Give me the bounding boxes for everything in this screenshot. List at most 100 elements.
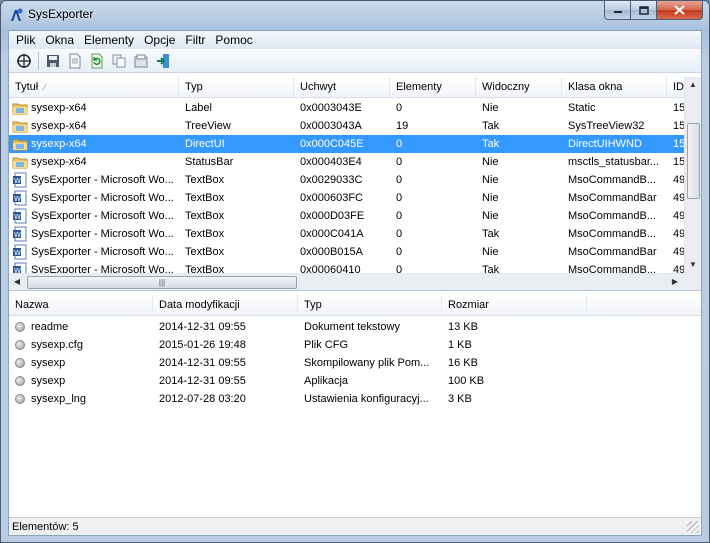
file-name-cell: sysexp [9,372,153,390]
col-header-data-modyfikacji[interactable]: Data modyfikacji [153,295,298,316]
window-row[interactable]: sysexp-x64 TreeView 0x0003043A 19 Tak SysTree… [9,117,685,135]
window-cell-class: SysTreeView32 [568,120,645,132]
maximize-button[interactable] [631,1,657,20]
file-cell-type: Plik CFG [304,339,348,351]
refresh-button[interactable] [86,50,108,72]
window-title-cell: sysexp-x64 [9,99,179,117]
window-cell-type: Label [185,102,212,114]
minimize-button[interactable] [604,1,631,20]
window-row[interactable]: sysexp-x64 StatusBar 0x000403E4 0 Nie msctls_… [9,153,685,171]
col-header-widoczny[interactable]: Widoczny [476,77,562,98]
menu-bar: Plik Okna Elementy Opcje Filtr Pomoc [9,31,701,49]
window-title-text: SysExporter - Microsoft Wo... [31,210,174,222]
window-title-cell: W SysExporter - Microsoft Wo... [9,243,179,261]
scroll-right-arrow-icon[interactable]: ▶ [667,274,683,290]
window-row[interactable]: W SysExporter - Microsoft Wo... TextBox 0x0… [9,207,685,225]
file-row[interactable]: sysexp 2014-12-31 09:55 Skompilowany plik … [9,354,701,372]
app-window: SysExporter Plik Okna Elementy Opcje Fil… [0,0,710,543]
window-title-text: sysexp-x64 [31,138,87,150]
resize-grip-icon[interactable] [687,521,699,533]
window-cell-handle: 0x000C045E [300,138,364,150]
caption-buttons [604,1,703,20]
menu-filtr[interactable]: Filtr [180,33,210,47]
window-title-cell: sysexp-x64 [9,135,179,153]
vertical-scrollbar[interactable]: ▲ ▼ [684,77,701,290]
file-cell-size: 100 KB [448,375,485,387]
col-header-typ[interactable]: Typ [298,295,442,316]
window-cell-class: MsoCommandBar [568,246,657,258]
scrollbar-corner [684,273,701,290]
file-row[interactable]: sysexp 2014-12-31 09:55 Aplikacja 100 KB [9,372,701,390]
scroll-left-arrow-icon[interactable]: ◀ [9,274,25,290]
copy-button[interactable] [108,50,130,72]
windows-list-header: Tytuł ⁄ Typ Uchwyt Elementy Widoczny Klas… [9,77,701,98]
window-row[interactable]: sysexp-x64 DirectUI 0x000C045E 0 Tak DirectUI… [9,135,685,153]
window-cell-visible: Nie [482,246,499,258]
file-name-cell: sysexp [9,354,153,372]
files-list[interactable]: Nazwa Data modyfikacji Typ Rozmiar readm… [9,295,701,517]
window-title-text: sysexp-x64 [31,120,87,132]
html-report-button[interactable] [130,50,152,72]
window-row[interactable]: sysexp-x64 Label 0x0003043E 0 Nie Static 15 [9,99,685,117]
file-row[interactable]: sysexp.cfg 2015-01-26 19:48 Plik CFG 1 KB [9,336,701,354]
document-icon [69,53,81,68]
file-name-cell: readme [9,318,153,336]
menu-plik[interactable]: Plik [11,33,40,47]
svg-text:W: W [14,177,21,185]
sort-ascending-icon: ⁄ [44,82,46,92]
svg-text:W: W [14,231,21,239]
menu-okna[interactable]: Okna [40,33,79,47]
scroll-down-arrow-icon[interactable]: ▼ [685,257,701,273]
window-row[interactable]: W SysExporter - Microsoft Wo... TextBox 0x0… [9,243,685,261]
window-cell-type: TextBox [185,210,225,222]
col-header-nazwa[interactable]: Nazwa [9,295,153,316]
col-header-rozmiar[interactable]: Rozmiar [442,295,587,316]
menu-elementy[interactable]: Elementy [79,33,139,47]
menu-pomoc[interactable]: Pomoc [210,33,257,47]
windows-list[interactable]: Tytuł ⁄ Typ Uchwyt Elementy Widoczny Klas… [9,77,701,291]
file-row[interactable]: readme 2014-12-31 09:55 Dokument tekstowy 1… [9,318,701,336]
scroll-up-arrow-icon[interactable]: ▲ [685,77,701,93]
window-cell-handle: 0x000603FC [300,192,363,204]
col-header-typ[interactable]: Typ [179,77,294,98]
save-button[interactable] [42,50,64,72]
file-row[interactable]: sysexp_lng 2012-07-28 03:20 Ustawienia kon… [9,390,701,408]
window-cell-visible: Nie [482,192,499,204]
title-bar[interactable]: SysExporter [1,1,709,27]
window-row[interactable]: W SysExporter - Microsoft Wo... TextBox 0x0… [9,189,685,207]
col-header-elementy[interactable]: Elementy [390,77,476,98]
file-icon [15,322,25,332]
files-list-header: Nazwa Data modyfikacji Typ Rozmiar [9,295,701,316]
vertical-scroll-thumb[interactable] [687,123,700,199]
close-button[interactable] [657,1,703,20]
save-icon [47,54,59,67]
window-cell-type: TreeView [185,120,231,132]
menu-opcje[interactable]: Opcje [139,33,180,47]
col-header-tytul[interactable]: Tytuł ⁄ [9,77,179,98]
window-cell-visible: Nie [482,210,499,222]
properties-button[interactable] [13,50,35,72]
exit-button[interactable] [152,50,174,72]
window-title-text: SysExporter - Microsoft Wo... [31,192,174,204]
window-row[interactable]: W SysExporter - Microsoft Wo... TextBox 0x0… [9,225,685,243]
status-bar: Elementów: 5 [9,517,701,535]
window-cell-items: 0 [396,246,403,258]
file-icon [15,376,25,386]
horizontal-scroll-thumb[interactable]: ||| [27,276,297,289]
document-button[interactable] [64,50,86,72]
window-row[interactable]: W SysExporter - Microsoft Wo... TextBox 0x0… [9,171,685,189]
file-cell-modified: 2015-01-26 19:48 [159,339,246,351]
col-header-uchwyt[interactable]: Uchwyt [294,77,390,98]
properties-icon [17,53,31,68]
file-cell-modified: 2014-12-31 09:55 [159,321,246,333]
file-icon [15,340,25,350]
horizontal-scrollbar[interactable]: ◀ ||| ▶ [9,273,684,290]
window-title: SysExporter [28,7,94,21]
toolbar-separator [38,51,39,70]
col-header-klasa-okna[interactable]: Klasa okna [562,77,667,98]
folder-icon [12,157,28,169]
window-cell-items: 0 [396,192,403,204]
window-cell-type: StatusBar [185,156,234,168]
app-icon [11,8,23,21]
folder-icon [12,121,28,133]
